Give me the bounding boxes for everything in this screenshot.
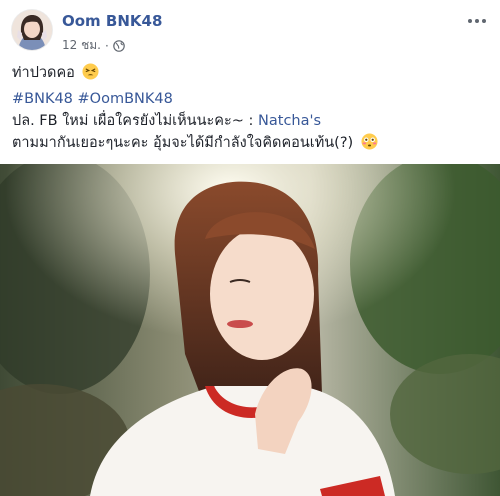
page-link-natchas[interactable]: Natcha's	[258, 113, 321, 129]
message-line-4: ตามมากันเยอะๆนะคะ อุ้มจะได้มีกำลังใจคิดค…	[12, 132, 378, 154]
avatar[interactable]	[12, 10, 52, 50]
more-options-icon[interactable]	[464, 8, 490, 34]
hashtags[interactable]: #BNK48 #OomBNK48	[12, 88, 173, 110]
flushed-face-emoji	[361, 133, 378, 150]
message-line-4-text: ตามมากันเยอะๆนะคะ อุ้มจะได้มีกำลังใจคิดค…	[12, 135, 354, 151]
message-line-1: ท่าปวดคอ	[12, 62, 100, 84]
post-header: Oom BNK48 12 ชม. ·	[0, 0, 500, 62]
tired-face-emoji	[82, 63, 100, 80]
globe-icon[interactable]	[112, 39, 125, 52]
post-photo[interactable]	[0, 164, 500, 496]
message-line-3: ปล. FB ใหม่ เผื่อใครยังไม่เห็นนะคะ~ : Na…	[12, 110, 321, 132]
post-meta: 12 ชม. ·	[62, 36, 125, 55]
timestamp[interactable]: 12 ชม.	[62, 36, 101, 55]
meta-separator: ·	[104, 38, 109, 53]
message-line-3-text: ปล. FB ใหม่ เผื่อใครยังไม่เห็นนะคะ~ :	[12, 113, 259, 129]
author-name[interactable]: Oom BNK48	[62, 12, 162, 30]
message-line-1-text: ท่าปวดคอ	[12, 65, 75, 81]
